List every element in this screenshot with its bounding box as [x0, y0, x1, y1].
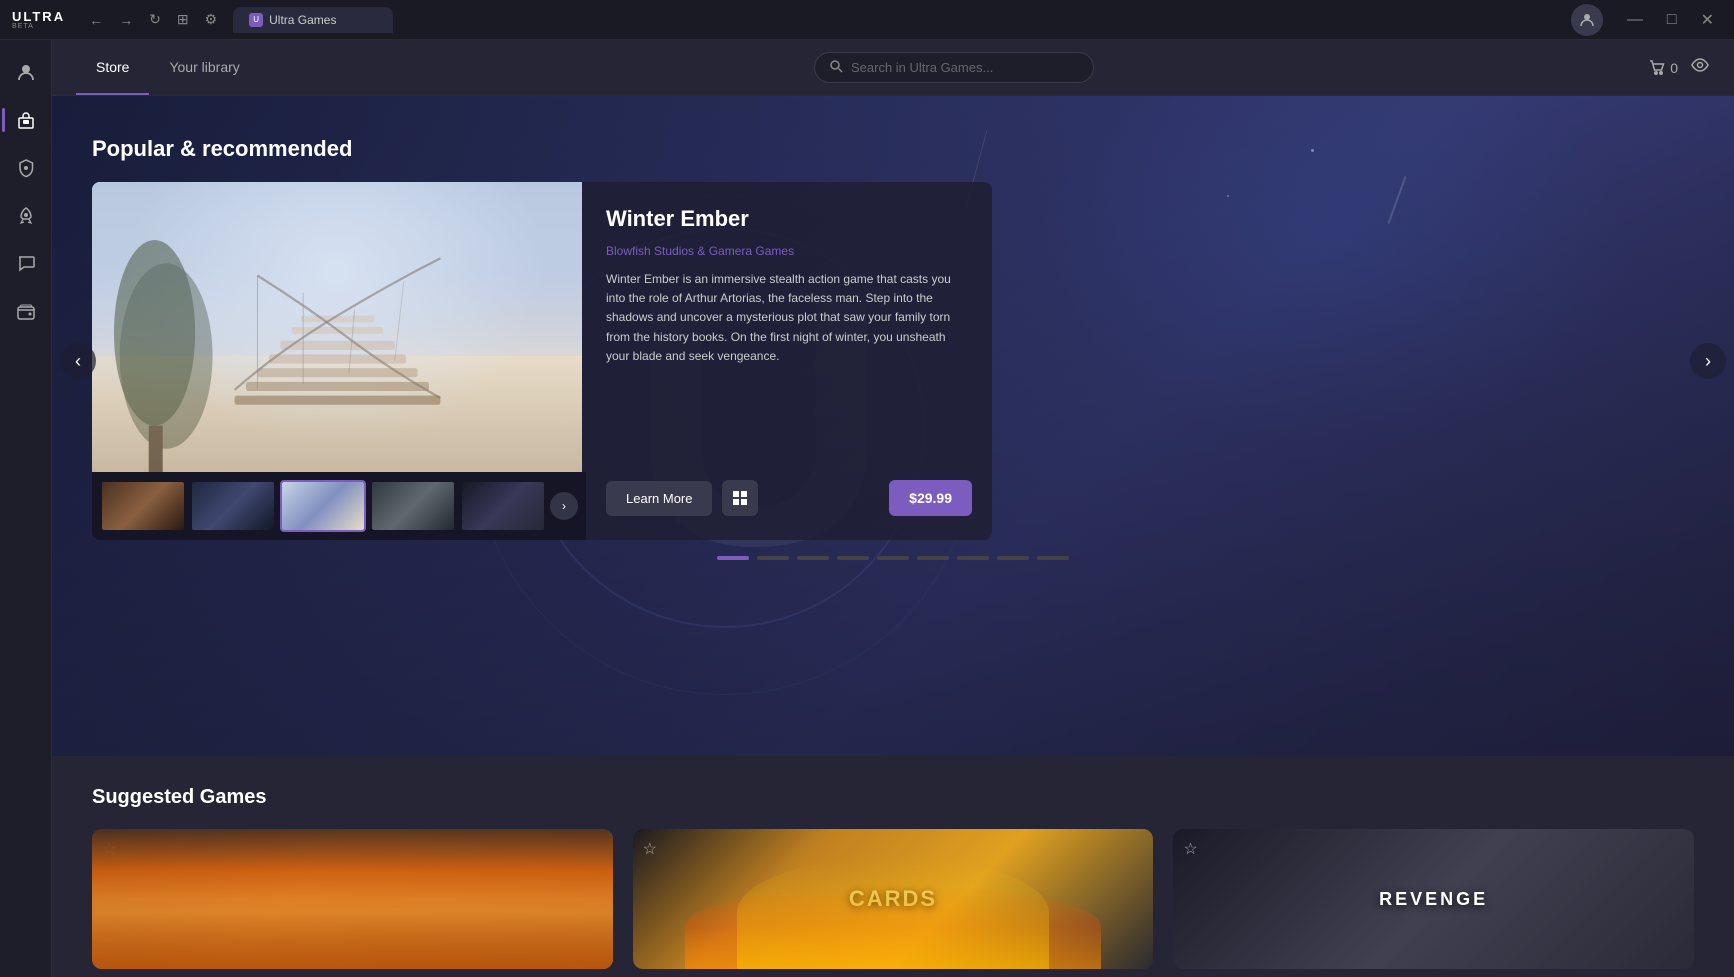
hero-banner: U Popular & recommended ‹	[52, 96, 1734, 756]
user-icon[interactable]	[1571, 4, 1603, 36]
settings-button[interactable]: ⚙	[199, 7, 224, 32]
thumbnails-next-button[interactable]: ›	[550, 492, 578, 520]
thumbnail-3[interactable]	[280, 480, 366, 532]
search-icon	[829, 59, 843, 76]
dot-9[interactable]	[1037, 556, 1069, 560]
top-nav: Store Your library	[52, 40, 1734, 96]
dot-6[interactable]	[917, 556, 949, 560]
dot-4[interactable]	[837, 556, 869, 560]
minimize-button[interactable]: —	[1619, 6, 1651, 34]
tree-svg	[92, 240, 264, 472]
sidebar-item-rocket[interactable]	[6, 196, 46, 236]
eye-button[interactable]	[1690, 55, 1710, 80]
screenshots-area: ›	[92, 182, 586, 540]
window-controls: — □ ✕	[1619, 6, 1722, 34]
tab-bar: U Ultra Games	[233, 7, 393, 33]
card-image-2: ☆ CARDS	[633, 829, 1154, 969]
sidebar-item-chat[interactable]	[6, 244, 46, 284]
card-image-3: ☆ REVENGE	[1173, 829, 1694, 969]
carousel-dots	[52, 540, 1734, 576]
thumbnail-4[interactable]	[370, 480, 456, 532]
sidebar-item-user[interactable]	[6, 52, 46, 92]
game-actions: Learn More	[606, 480, 972, 516]
logo-beta: BETA	[12, 23, 34, 30]
content-scroll[interactable]: U Popular & recommended ‹	[52, 96, 1734, 977]
suggested-section: Suggested Games ☆ ☆	[52, 756, 1734, 977]
dot-3[interactable]	[797, 556, 829, 560]
tab-label: Ultra Games	[269, 13, 336, 27]
ultra-logo: ULTRA BETA	[12, 10, 65, 30]
card-image-1: ☆	[92, 829, 613, 969]
title-bar-left: ULTRA BETA ← → ↻ ⊞ ⚙ U Ultra Games	[12, 7, 393, 33]
tab-favicon: U	[249, 13, 263, 27]
tab-library[interactable]: Your library	[149, 41, 259, 95]
suggested-card-1[interactable]: ☆	[92, 829, 613, 969]
thumbnail-2[interactable]	[190, 480, 276, 532]
suggested-card-3[interactable]: ☆ REVENGE	[1173, 829, 1694, 969]
hero-content: Popular & recommended ‹	[52, 96, 1734, 576]
thumbnail-1[interactable]	[100, 480, 186, 532]
sidebar-item-shield[interactable]	[6, 148, 46, 188]
maximize-button[interactable]: □	[1659, 6, 1685, 34]
dot-8[interactable]	[997, 556, 1029, 560]
back-button[interactable]: ←	[83, 7, 109, 32]
sidebar	[0, 40, 52, 977]
tab-store[interactable]: Store	[76, 41, 149, 95]
top-nav-tabs: Store Your library	[76, 41, 260, 95]
nav-buttons: ← → ↻ ⊞ ⚙	[83, 7, 223, 32]
dot-5[interactable]	[877, 556, 909, 560]
top-nav-right: 0	[1648, 55, 1710, 80]
close-button[interactable]: ✕	[1693, 6, 1722, 34]
carousel-next-button[interactable]: ›	[1690, 343, 1726, 379]
dot-7[interactable]	[957, 556, 989, 560]
refresh-button[interactable]: ↻	[143, 7, 167, 32]
main-area: Store Your library	[52, 40, 1734, 977]
browser-tab[interactable]: U Ultra Games	[233, 7, 393, 33]
hero-section-label: Popular & recommended	[52, 136, 1734, 162]
learn-more-button[interactable]: Learn More	[606, 481, 712, 516]
revenge-game-text: REVENGE	[1379, 889, 1488, 910]
carousel-prev-button[interactable]: ‹	[60, 343, 96, 379]
dot-1[interactable]	[717, 556, 749, 560]
search-bar[interactable]	[814, 52, 1094, 83]
app-body: Store Your library	[0, 40, 1734, 977]
sidebar-item-store[interactable]	[6, 100, 46, 140]
main-screenshot	[92, 182, 582, 472]
sidebar-item-wallet[interactable]	[6, 292, 46, 332]
game-title: Winter Ember	[606, 206, 972, 232]
cart-count: 0	[1670, 60, 1678, 76]
suggested-grid: ☆ ☆ CARDS	[92, 829, 1694, 969]
thumbnails-strip: ›	[92, 472, 586, 540]
game-description: Winter Ember is an immersive stealth act…	[606, 270, 972, 460]
game-card: › Winter Ember Blowfish Studios & Gamera…	[92, 182, 992, 540]
windows-button[interactable]	[722, 480, 758, 516]
suggested-card-2[interactable]: ☆ CARDS	[633, 829, 1154, 969]
logo-text: ULTRA	[12, 10, 65, 23]
title-bar: ULTRA BETA ← → ↻ ⊞ ⚙ U Ultra Games — □	[0, 0, 1734, 40]
revenge-overlay: REVENGE	[1173, 829, 1694, 969]
forward-button[interactable]: →	[113, 7, 139, 32]
home-button[interactable]: ⊞	[171, 7, 195, 32]
tab-library-label: Your library	[169, 59, 239, 75]
title-bar-right: — □ ✕	[1571, 4, 1722, 36]
game-developer[interactable]: Blowfish Studios & Gamera Games	[606, 244, 972, 258]
dot-2[interactable]	[757, 556, 789, 560]
cart-button[interactable]: 0	[1648, 59, 1678, 77]
tab-store-label: Store	[96, 59, 129, 75]
thumbnail-5[interactable]	[460, 480, 546, 532]
price-button[interactable]: $29.99	[889, 480, 972, 516]
carousel-wrapper: ‹	[52, 182, 1734, 540]
game-info-panel: Winter Ember Blowfish Studios & Gamera G…	[586, 182, 992, 540]
search-input[interactable]	[851, 60, 1079, 75]
suggested-title: Suggested Games	[92, 786, 1694, 809]
